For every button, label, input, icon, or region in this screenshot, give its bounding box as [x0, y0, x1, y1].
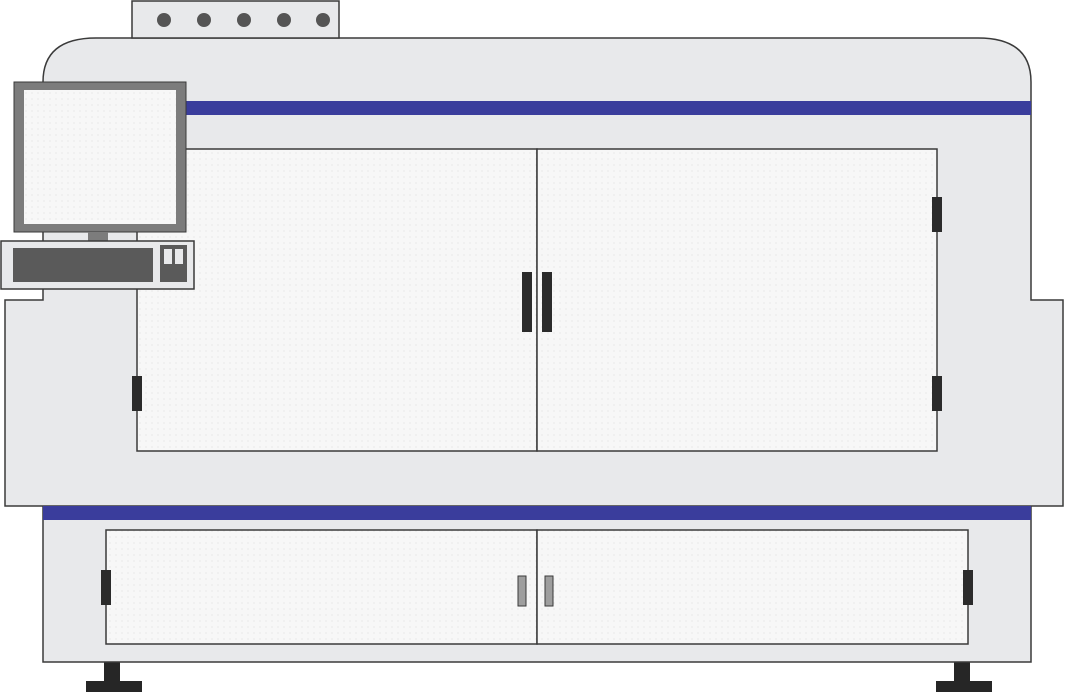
signal-light-4	[277, 13, 291, 27]
right-foot-base	[936, 681, 992, 692]
signal-light-1	[157, 13, 171, 27]
upper-left-hinge	[132, 376, 142, 411]
monitor-screen[interactable]	[24, 90, 176, 224]
lower-door-left[interactable]	[105, 529, 538, 645]
keyboard[interactable]	[13, 248, 153, 282]
machine-illustration	[0, 0, 1064, 692]
signal-light-bar	[131, 0, 340, 39]
signal-light-2	[197, 13, 211, 27]
operator-monitor	[13, 81, 187, 242]
upper-right-hinge-bottom	[932, 376, 942, 411]
lower-right-hinge	[963, 570, 973, 605]
lower-door-right[interactable]	[536, 529, 969, 645]
lower-door-right-handle[interactable]	[544, 575, 554, 607]
upper-door-left-handle[interactable]	[522, 272, 532, 332]
lower-left-hinge	[101, 570, 111, 605]
lower-accent-stripe	[43, 506, 1031, 520]
left-foot-base	[86, 681, 142, 692]
signal-light-5	[316, 13, 330, 27]
machine-feet	[86, 660, 992, 692]
right-foot-stem	[954, 660, 970, 682]
upper-door-right-handle[interactable]	[542, 272, 552, 332]
signal-light-3	[237, 13, 251, 27]
upper-right-hinge-top	[932, 197, 942, 232]
upper-door-left[interactable]	[136, 148, 538, 452]
control-button-left[interactable]	[164, 249, 172, 264]
upper-accent-stripe	[184, 101, 1031, 115]
control-button-right[interactable]	[175, 249, 183, 264]
left-foot-stem	[104, 660, 120, 682]
lower-doors	[101, 529, 973, 645]
upper-doors	[132, 148, 942, 452]
upper-door-right[interactable]	[536, 148, 938, 452]
keyboard-tray	[0, 240, 195, 290]
lower-door-left-handle[interactable]	[517, 575, 527, 607]
